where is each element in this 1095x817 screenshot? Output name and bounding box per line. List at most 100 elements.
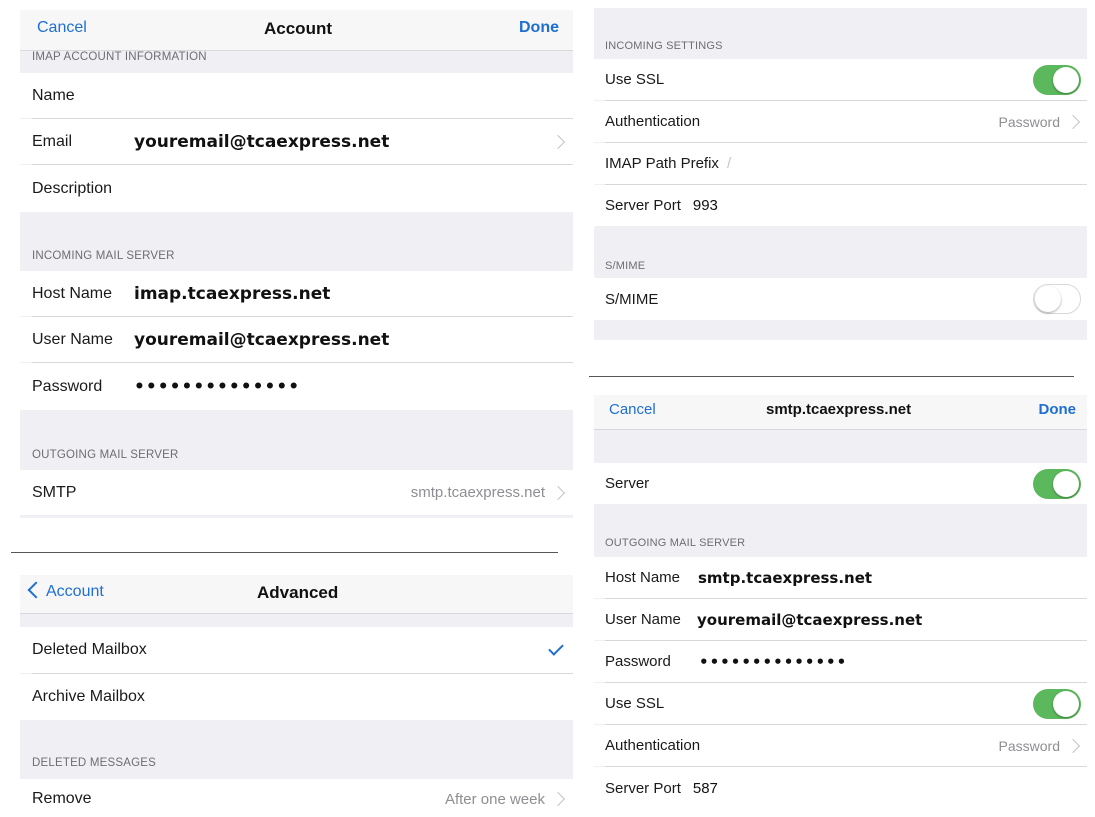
outgoing-section-header: OUTGOING MAIL SERVER [32,449,179,461]
smtp-value: smtp.tcaexpress.net [410,484,545,501]
authentication-value: Password [998,113,1060,130]
authentication-label: Authentication [605,737,701,754]
incoming-section-header: INCOMING MAIL SERVER [32,250,175,262]
toggle-knob [1053,470,1079,497]
advanced-panel: Account Advanced Deleted Mailbox Archive… [20,575,573,817]
password-value: •••••••••••••• [699,652,848,671]
user-name-label: User Name [32,330,113,348]
server-toggle[interactable] [1033,468,1081,499]
email-disclosure [550,134,566,149]
password-label: Password [32,377,103,395]
password-value: •••••••••••••• [134,376,301,397]
checkmark-icon [548,640,564,656]
server-port-value: 993 [692,197,718,214]
host-name-label: Host Name [605,569,681,586]
nav-title: Account [264,19,332,38]
advanced-nav-bar: Account Advanced [20,575,573,614]
account-nav-bar: Cancel Account Done [20,10,573,51]
remove-row[interactable]: Remove After one week [20,779,573,817]
cancel-button[interactable]: Cancel [37,19,87,37]
use-ssl-row: Use SSL [594,59,1087,100]
server-label: Server [605,475,650,492]
imap-path-prefix-label: IMAP Path Prefix [605,155,719,172]
server-port-row[interactable]: Server Port 993 [594,185,1087,226]
remove-value: After one week [444,790,545,808]
panel-divider [11,552,558,553]
deleted-messages-header: DELETED MESSAGES [32,757,156,769]
panel-divider [589,376,1074,377]
server-port-row[interactable]: Server Port 587 [594,767,1087,809]
smime-toggle[interactable] [1033,284,1081,314]
chevron-right-icon [550,791,566,807]
cancel-button[interactable]: Cancel [609,401,656,418]
smtp-label: SMTP [32,483,77,501]
smtp-panel: Cancel smtp.tcaexpress.net Done Server O… [594,395,1087,809]
incoming-settings-header: INCOMING SETTINGS [605,40,723,52]
nav-title: smtp.tcaexpress.net [766,401,912,418]
host-name-value: smtp.tcaexpress.net [698,568,873,587]
user-name-value: youremail@tcaexpress.net [134,329,390,350]
archive-mailbox-row[interactable]: Archive Mailbox [20,674,573,720]
imap-path-prefix-value[interactable]: / [727,155,731,172]
selected-marker [548,640,564,656]
authentication-detail: Password [998,113,1081,130]
smime-row: S/MIME [594,278,1087,320]
toggle-knob [1053,690,1079,717]
email-label: Email [32,132,73,150]
password-row[interactable]: Password •••••••••••••• [20,363,573,410]
description-row[interactable]: Description [20,165,573,212]
incoming-settings-panel: INCOMING SETTINGS Use SSL Authentication… [594,8,1087,340]
chevron-right-icon [550,134,566,149]
host-name-row[interactable]: Host Name smtp.tcaexpress.net [594,557,1087,598]
description-label: Description [32,179,113,197]
host-name-label: Host Name [32,284,113,302]
back-button[interactable]: Account [27,581,104,601]
server-port-label: Server Port [605,197,681,214]
archive-mailbox-label: Archive Mailbox [32,688,145,705]
name-label: Name [32,86,75,104]
smtp-detail: smtp.tcaexpress.net [410,484,566,501]
deleted-mailbox-row[interactable]: Deleted Mailbox [20,627,573,673]
chevron-right-icon [550,485,566,500]
authentication-value: Password [998,737,1060,754]
email-row[interactable]: Email youremail@tcaexpress.net [20,119,573,164]
back-label: Account [46,583,104,600]
use-ssl-toggle[interactable] [1033,64,1081,95]
authentication-row[interactable]: Authentication Password [594,101,1087,142]
authentication-row[interactable]: Authentication Password [594,725,1087,766]
user-name-label: User Name [605,611,681,628]
use-ssl-row: Use SSL [594,683,1087,724]
imap-path-prefix-row[interactable]: IMAP Path Prefix / [594,143,1087,184]
toggle-knob [1053,66,1079,93]
smtp-row[interactable]: SMTP smtp.tcaexpress.net [20,470,573,515]
user-name-row[interactable]: User Name youremail@tcaexpress.net [20,317,573,362]
use-ssl-label: Use SSL [605,695,665,712]
outgoing-section-header: OUTGOING MAIL SERVER [605,537,746,549]
server-row: Server [594,463,1087,504]
server-port-value: 587 [692,779,718,797]
authentication-label: Authentication [605,113,701,130]
smtp-nav-bar: Cancel smtp.tcaexpress.net Done [594,395,1087,430]
remove-label: Remove [32,790,92,807]
toggle-knob [1035,286,1061,312]
chevron-left-icon [27,581,45,599]
deleted-mailbox-label: Deleted Mailbox [32,641,147,658]
use-ssl-toggle[interactable] [1033,688,1081,719]
smime-label: S/MIME [605,290,659,308]
user-name-value: youremail@tcaexpress.net [697,610,923,629]
password-label: Password [605,653,671,670]
email-value: youremail@tcaexpress.net [134,131,390,152]
smime-section-header: S/MIME [605,260,646,272]
server-port-label: Server Port [605,779,681,797]
password-row[interactable]: Password •••••••••••••• [594,641,1087,682]
chevron-right-icon [1065,738,1081,753]
user-name-row[interactable]: User Name youremail@tcaexpress.net [594,599,1087,640]
done-button[interactable]: Done [519,19,559,37]
authentication-detail: Password [998,737,1081,754]
host-name-row[interactable]: Host Name imap.tcaexpress.net [20,271,573,316]
done-button[interactable]: Done [1039,401,1077,418]
imap-section-header: IMAP ACCOUNT INFORMATION [32,51,207,63]
name-row[interactable]: Name [20,73,573,118]
remove-detail: After one week [444,790,566,808]
chevron-right-icon [1065,114,1081,129]
